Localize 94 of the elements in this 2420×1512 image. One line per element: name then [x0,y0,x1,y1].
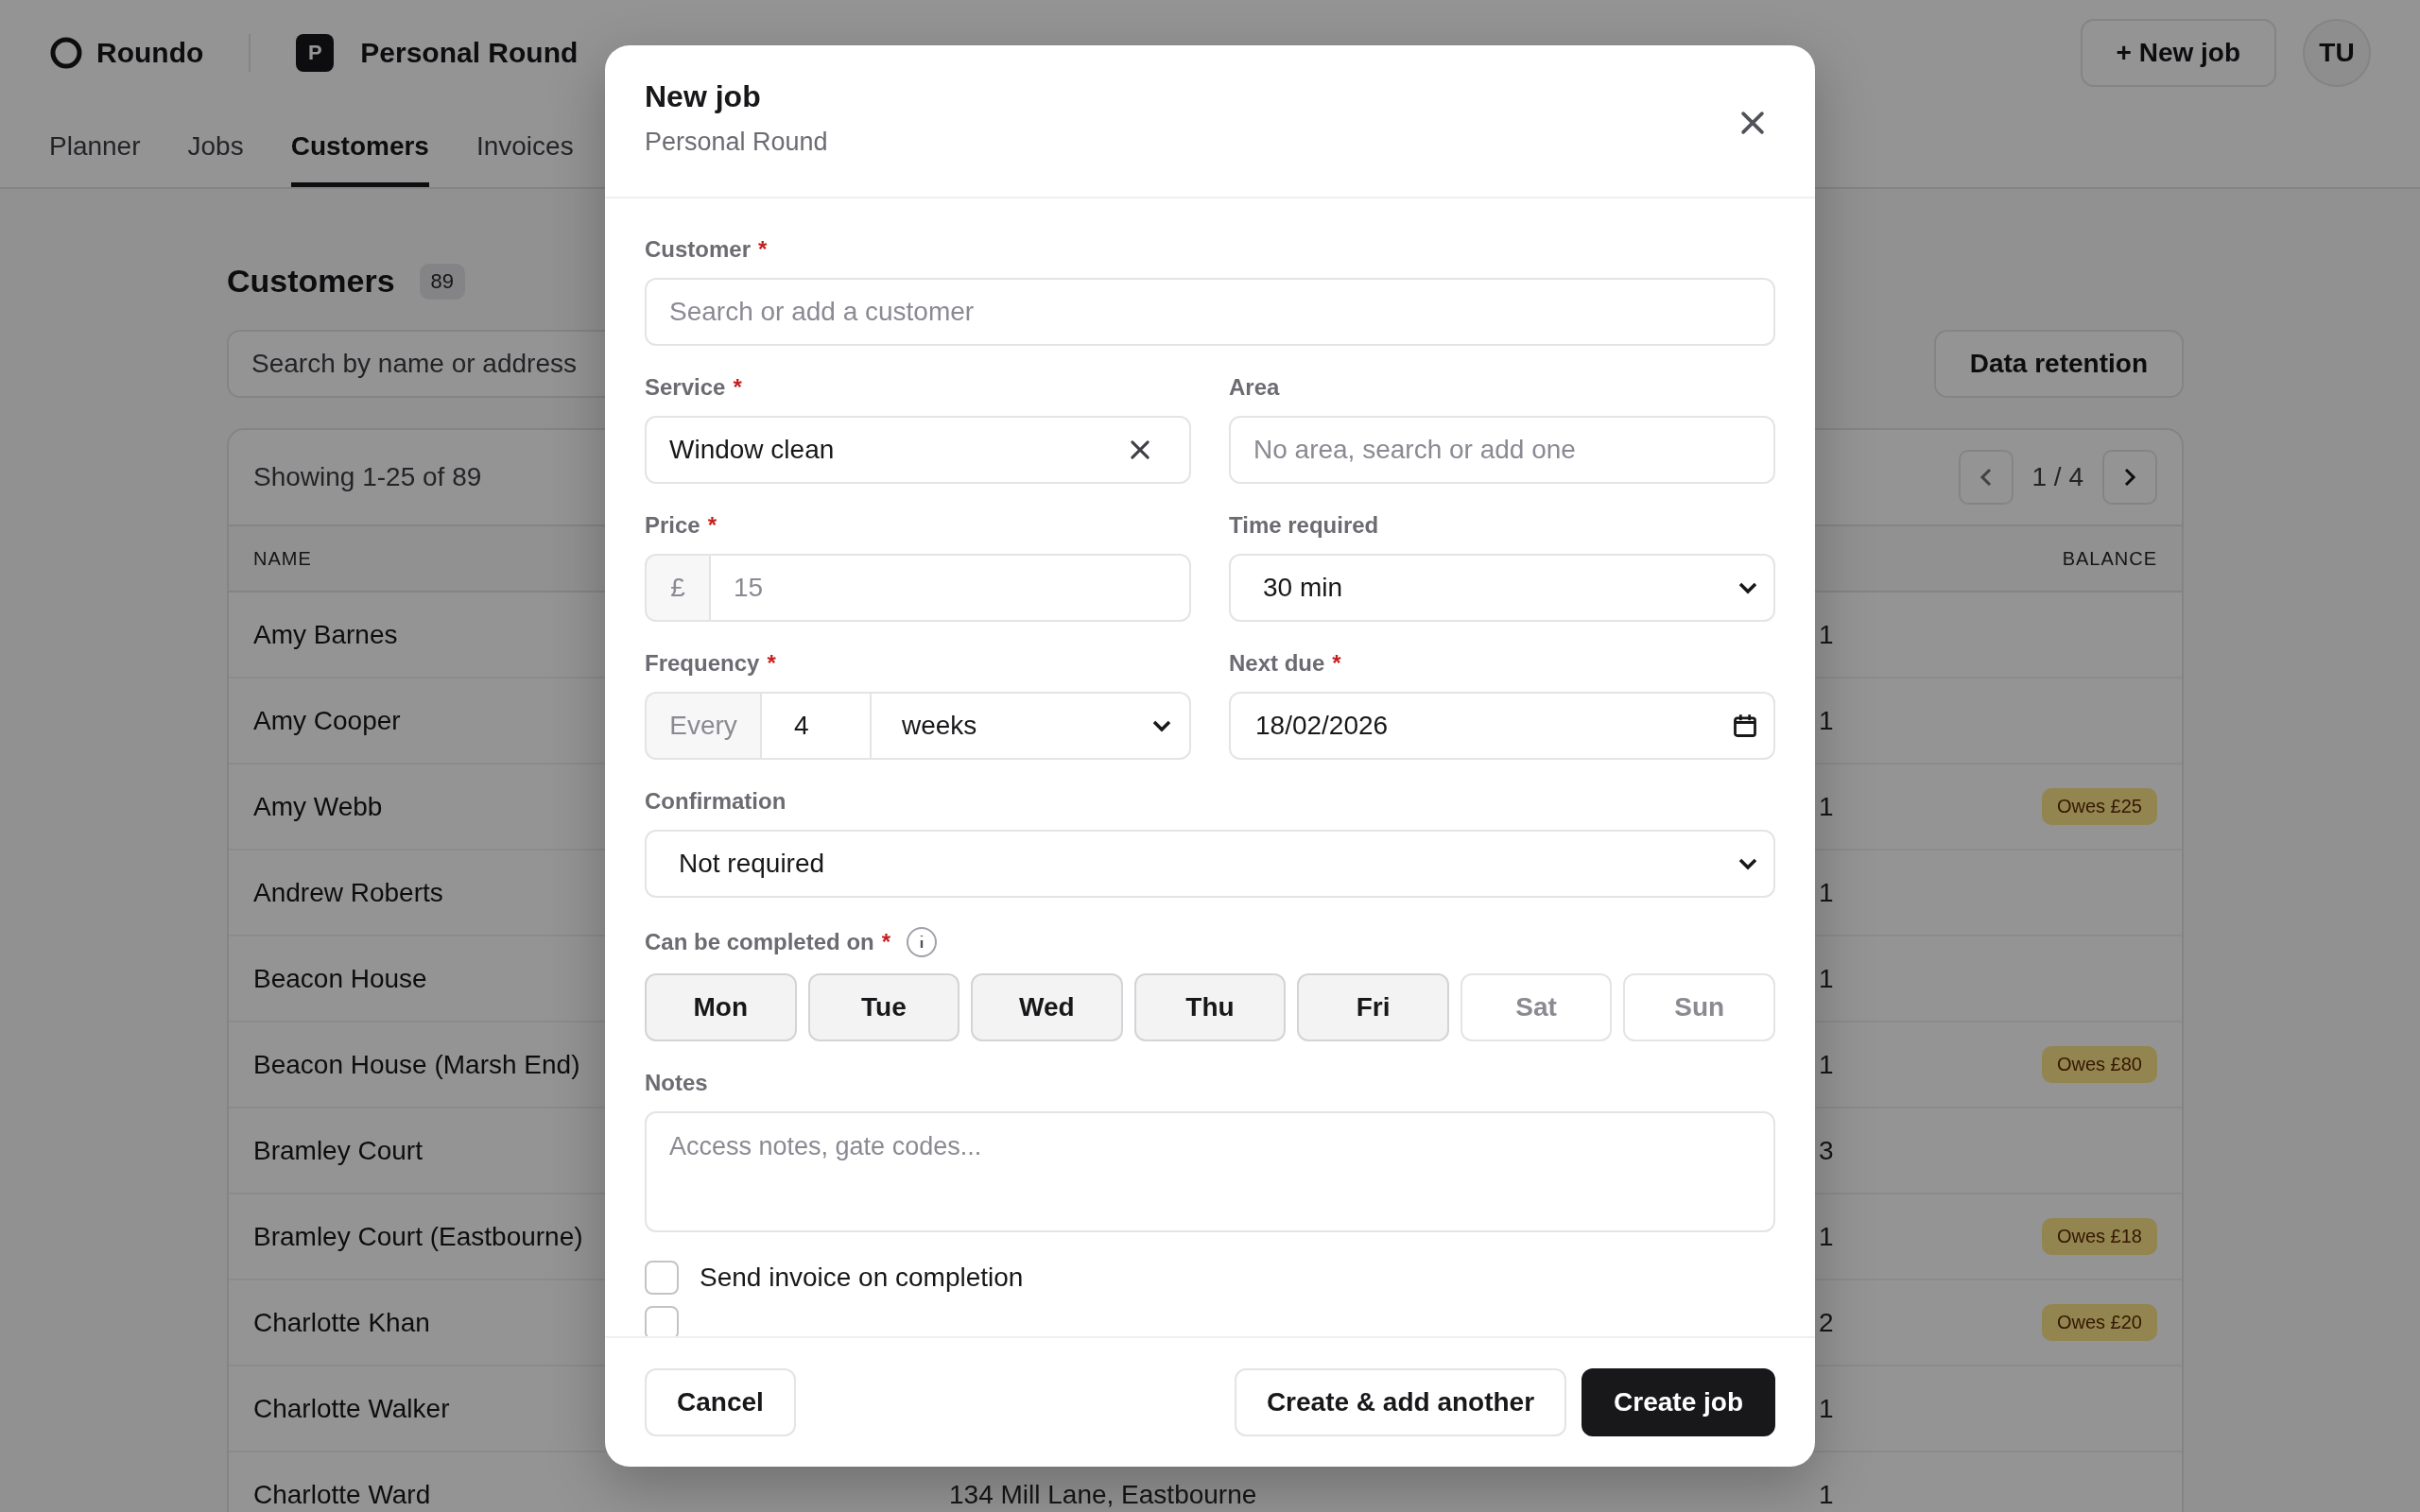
showing-text: Showing 1-25 of 89 [253,462,482,492]
balance-badge: Owes £20 [2041,1304,2157,1341]
checkbox[interactable] [645,1306,679,1336]
date-field[interactable]: 18/02/2026 [1229,692,1775,760]
dialog-title: New job [645,79,762,114]
day-toggle[interactable]: Mon [645,973,797,1041]
field-label: Time required [1229,512,1379,539]
checkbox[interactable] [645,1261,679,1295]
balance-badge: Owes £25 [2041,788,2157,825]
table-cell: Charlotte Ward [253,1479,431,1510]
table-cell: 1 [1819,1393,1834,1424]
every-prefix: Every [645,692,760,760]
dialog-subtitle: Personal Round [645,128,828,157]
field-label: Can be completed on [645,929,874,955]
day-toggle[interactable]: Fri [1297,973,1449,1041]
required-mark: * [881,929,891,955]
table-cell: 1 [1819,877,1834,908]
chevron-down-icon [1737,581,1758,594]
customer-field[interactable]: Search or add a customer [645,278,1775,346]
next-page-button[interactable] [2102,450,2157,505]
required-mark: * [767,650,776,677]
time-select[interactable]: 30 min [1229,554,1775,622]
chevron-down-icon [1151,719,1172,732]
table-cell: Amy Cooper [253,705,401,736]
new-job-button[interactable]: + New job [2080,19,2276,87]
table-cell: Beacon House (Marsh End) [253,1049,580,1080]
field-label: Service [645,374,726,401]
field-label: Notes [645,1070,708,1096]
field-label: Price [645,512,700,539]
table-cell: 1 [1819,619,1834,650]
table-cell: Bramley Court (Eastbourne) [253,1221,583,1252]
table-cell: Charlotte Walker [253,1393,450,1424]
column-header: NAME [253,547,312,570]
field-label: Next due [1229,650,1325,677]
checkbox-label: Send invoice on completion [700,1263,1024,1293]
table-cell: Bramley Court [253,1135,423,1166]
table-cell: 1 [1819,1049,1834,1080]
chevron-right-icon [2122,467,2137,488]
field-label: Confirmation [645,788,786,815]
previous-page-button[interactable] [1958,450,2014,505]
table-cell: Amy Webb [253,791,383,822]
area-field[interactable]: No area, search or add one [1229,416,1775,484]
logo-icon [49,36,83,70]
calendar-icon [1732,713,1758,739]
table-cell: 1 [1819,1221,1834,1252]
workspace-badge: P [296,34,335,72]
field-label: Customer [645,236,752,263]
required-mark: * [758,236,768,263]
currency-prefix: £ [645,554,709,622]
notes-field[interactable]: Access notes, gate codes... [645,1111,1775,1232]
workspace-name[interactable]: Personal Round [360,37,579,69]
price-field[interactable]: 15 [709,554,1191,622]
service-field[interactable]: Window clean [645,416,1191,484]
nav-tab[interactable]: Planner [49,106,141,187]
field-label: Frequency [645,650,760,677]
field-label: Area [1229,374,1280,401]
page-title: Customers [227,263,395,300]
table-cell: Beacon House [253,963,427,994]
table-cell: 1 [1819,705,1834,736]
table-cell: 1 [1819,1479,1834,1510]
table-cell: Charlotte Khan [253,1307,430,1338]
cancel-button[interactable]: Cancel [645,1368,796,1436]
chevron-down-icon [1737,857,1758,870]
table-cell: 1 [1819,963,1834,994]
table-cell: 134 Mill Lane, Eastbourne [949,1479,1257,1510]
data-retention-button[interactable]: Data retention [1933,330,2184,398]
count-badge: 89 [419,263,466,300]
table-cell: Andrew Roberts [253,877,443,908]
required-mark: * [707,512,717,539]
unit-select[interactable]: weeks [870,692,1191,760]
confirmation-select[interactable]: Not required [645,830,1775,898]
nav-tab[interactable]: Invoices [475,106,574,187]
create-job-button[interactable]: Create job [1582,1368,1775,1436]
interval-field[interactable]: 4 [760,692,870,760]
table-cell: 1 [1819,791,1834,822]
required-mark: * [1332,650,1341,677]
table-cell: Amy Barnes [253,619,398,650]
day-toggle[interactable]: Tue [807,973,960,1041]
info-icon[interactable] [906,926,939,958]
day-toggle[interactable]: Wed [971,973,1123,1041]
table-cell: 3 [1819,1135,1834,1166]
page-indicator: 1 / 4 [2031,462,2083,492]
user-avatar[interactable]: TU [2303,19,2371,87]
required-mark: * [733,374,742,401]
balance-badge: Owes £80 [2041,1046,2157,1083]
column-header: BALANCE [2062,547,2157,570]
nav-tab[interactable]: Customers [290,106,429,187]
brand-name[interactable]: Roundo [96,37,204,69]
nav-tab[interactable]: Jobs [187,106,244,187]
chevron-left-icon [1978,467,1994,488]
day-toggle[interactable]: Thu [1133,973,1287,1041]
table-cell: 2 [1819,1307,1834,1338]
create-add-another-button[interactable]: Create & add another [1234,1368,1567,1436]
balance-badge: Owes £18 [2041,1218,2157,1255]
